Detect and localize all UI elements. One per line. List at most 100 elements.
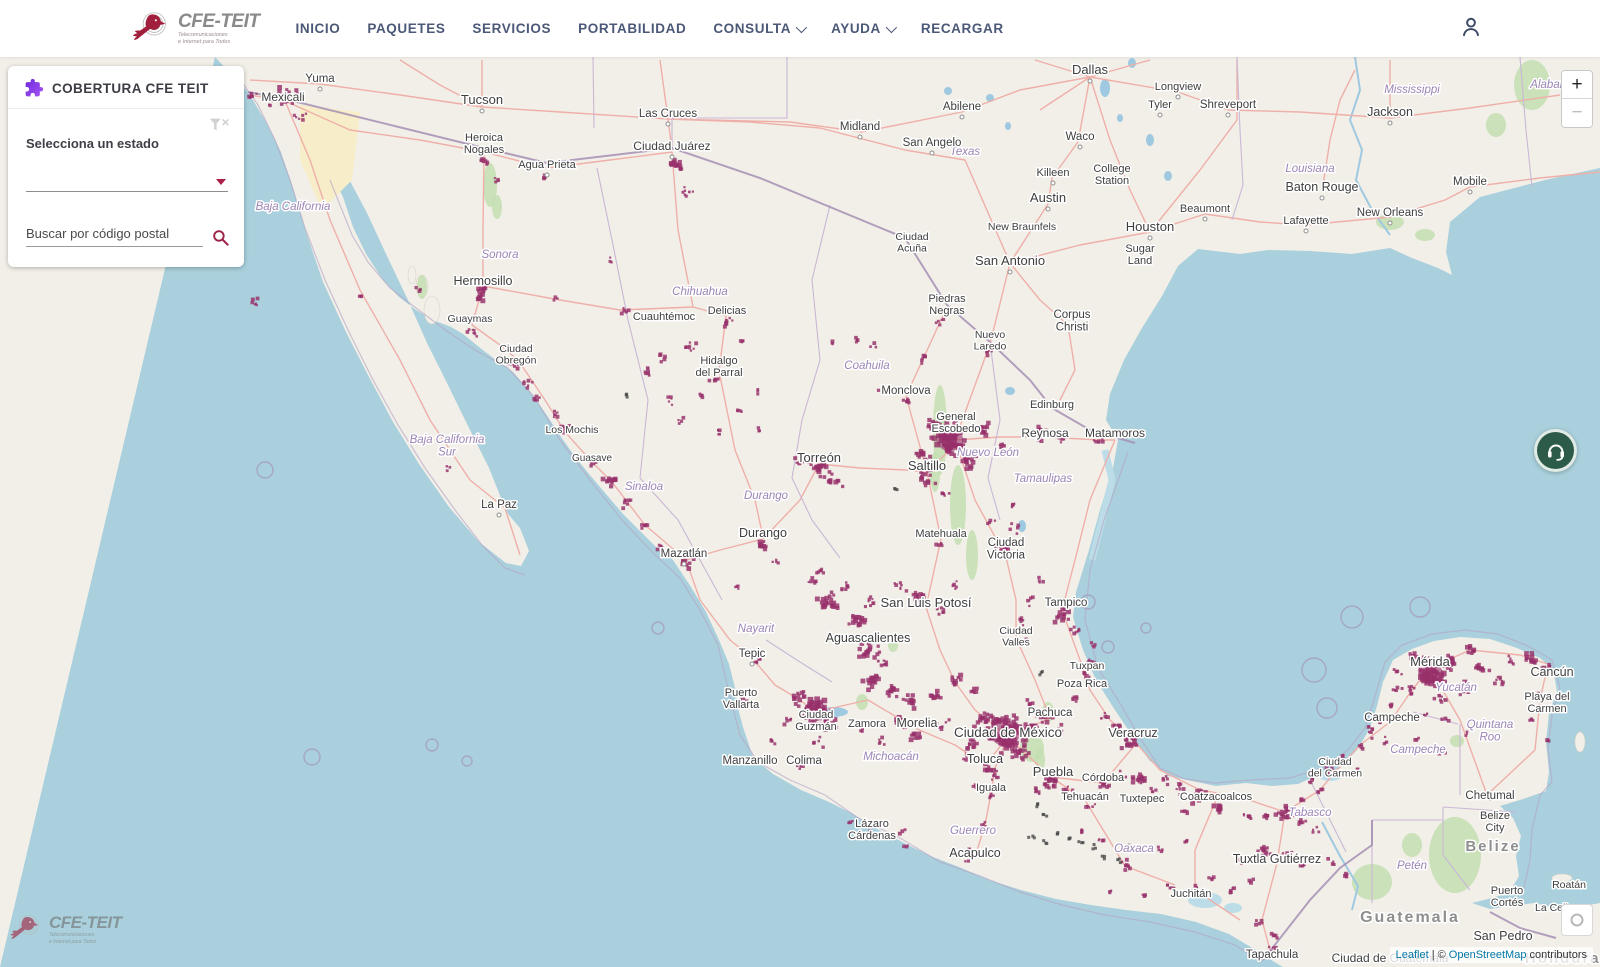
- city-label: Laredo: [974, 341, 1007, 353]
- city-label: Iguala: [976, 782, 1007, 794]
- city-label: Puebla: [1033, 764, 1074, 779]
- city-marker: [497, 513, 501, 517]
- cfe-eagle-icon: [130, 10, 172, 47]
- city-label: Escobedo: [932, 423, 981, 435]
- city-label: Los Mochis: [545, 424, 598, 436]
- city-label: Colima: [786, 755, 822, 767]
- forest-area: [1415, 229, 1435, 241]
- city-marker: [666, 122, 670, 126]
- city-label: Cuauhtémoc: [633, 311, 696, 323]
- city-label: Corpus: [1053, 309, 1090, 321]
- city-label: Abilene: [943, 101, 981, 113]
- city-label: Mexicali: [261, 90, 304, 104]
- lake: [1146, 134, 1154, 146]
- city-label: Ciudad: [895, 231, 928, 243]
- nav-item-ayuda[interactable]: AYUDA: [831, 21, 894, 36]
- state-label: Nayarit: [738, 623, 775, 635]
- state-select[interactable]: [26, 167, 228, 192]
- city-label: San Antonio: [975, 253, 1045, 268]
- city-label: Torreón: [797, 450, 841, 465]
- city-label: Valles: [1002, 637, 1030, 649]
- state-label: Durango: [744, 490, 789, 502]
- support-chat-button[interactable]: [1534, 429, 1577, 472]
- city-label: Morelia: [897, 716, 938, 730]
- city-label: Lafayette: [1283, 215, 1328, 227]
- city-label: Acapulco: [949, 846, 1000, 860]
- city-marker: [1088, 79, 1092, 83]
- country-label: Guatemala: [1360, 909, 1460, 926]
- city-label: Tucson: [461, 92, 503, 107]
- chevron-down-icon: [216, 179, 226, 185]
- city-label: Veracruz: [1108, 726, 1157, 740]
- city-label: Playa del: [1524, 691, 1569, 703]
- city-label: Mobile: [1453, 176, 1487, 188]
- state-label: Yucatán: [1435, 682, 1477, 694]
- city-label: Dallas: [1072, 62, 1109, 77]
- city-label: Nogales: [464, 144, 505, 156]
- country-label: Belize: [1465, 838, 1520, 855]
- map-corner-control[interactable]: [1561, 904, 1593, 936]
- zoom-in-button[interactable]: +: [1562, 71, 1592, 99]
- city-label: Shreveport: [1200, 99, 1257, 111]
- city-marker: [480, 109, 484, 113]
- forest-area: [1486, 113, 1506, 137]
- city-label: Aguascalientes: [826, 631, 911, 645]
- city-label: Ciudad Juárez: [633, 139, 710, 153]
- state-label: Nuevo León: [957, 447, 1019, 459]
- forest-area: [492, 195, 502, 219]
- zoom-out-button[interactable]: −: [1562, 99, 1592, 127]
- nav-item-recargar[interactable]: RECARGAR: [921, 21, 1004, 36]
- city-label: College: [1093, 163, 1130, 175]
- lake: [944, 87, 952, 95]
- city-marker: [858, 135, 862, 139]
- city-label: Campeche: [1364, 712, 1420, 724]
- city-label: Mérida: [1410, 654, 1451, 669]
- coverage-panel-title: COBERTURA CFE TEIT: [52, 81, 209, 96]
- leaflet-link[interactable]: Leaflet: [1396, 949, 1429, 961]
- city-marker: [1158, 113, 1162, 117]
- city-label: Tuxtepec: [1120, 793, 1165, 805]
- forest-area: [966, 530, 978, 580]
- nav-item-consulta[interactable]: CONSULTA: [713, 21, 804, 36]
- nav-item-inicio[interactable]: INICIO: [296, 21, 341, 36]
- city-label: Pachuca: [1028, 707, 1073, 719]
- city-label: New Braunfels: [988, 221, 1056, 233]
- state-label: Guerrero: [950, 825, 997, 837]
- coverage-panel-header: COBERTURA CFE TEIT: [8, 66, 244, 109]
- city-marker: [1176, 95, 1180, 99]
- city-marker: [1468, 190, 1472, 194]
- state-label: Mississippi: [1384, 84, 1440, 96]
- openstreetmap-link[interactable]: OpenStreetMap: [1449, 949, 1527, 961]
- nav-item-paquetes[interactable]: PAQUETES: [367, 21, 445, 36]
- brand-tagline-1: Telecomunicaciones: [178, 33, 260, 39]
- postal-code-search-input[interactable]: [26, 222, 203, 247]
- nav-item-portabilidad[interactable]: PORTABILIDAD: [578, 21, 686, 36]
- city-marker: [1320, 196, 1324, 200]
- city-label: Piedras: [928, 293, 966, 305]
- city-label: Tyler: [1148, 99, 1172, 111]
- clear-filter-icon[interactable]: [208, 116, 230, 134]
- puzzle-icon: [24, 78, 44, 98]
- state-select-label: Selecciona un estado: [8, 134, 244, 151]
- city-label: Guzmán: [795, 721, 837, 733]
- chevron-down-icon: [886, 21, 897, 32]
- brand-logo[interactable]: CFE-TEIT Telecomunicaciones e Internet p…: [130, 10, 260, 47]
- city-label: Reynosa: [1021, 426, 1069, 440]
- brand-name: CFE-TEIT: [178, 12, 260, 31]
- city-label: Victoria: [987, 550, 1026, 562]
- user-account-button[interactable]: [1458, 14, 1484, 43]
- city-marker: [1304, 229, 1308, 233]
- city-label: Hidalgo: [700, 355, 737, 367]
- city-marker: [318, 87, 322, 91]
- nav-item-label: SERVICIOS: [472, 21, 551, 36]
- nav-item-servicios[interactable]: SERVICIOS: [472, 21, 551, 36]
- city-label: Heroica: [465, 132, 504, 144]
- nav-item-label: PORTABILIDAD: [578, 21, 686, 36]
- city-marker: [1051, 181, 1055, 185]
- brand-tagline-2: e Internet para Todos: [178, 40, 260, 46]
- state-label: Coahuila: [844, 360, 889, 372]
- state-label: Petén: [1397, 860, 1427, 872]
- search-icon[interactable]: [211, 228, 230, 247]
- forest-area: [1450, 735, 1464, 747]
- city-label: Austin: [1030, 190, 1066, 205]
